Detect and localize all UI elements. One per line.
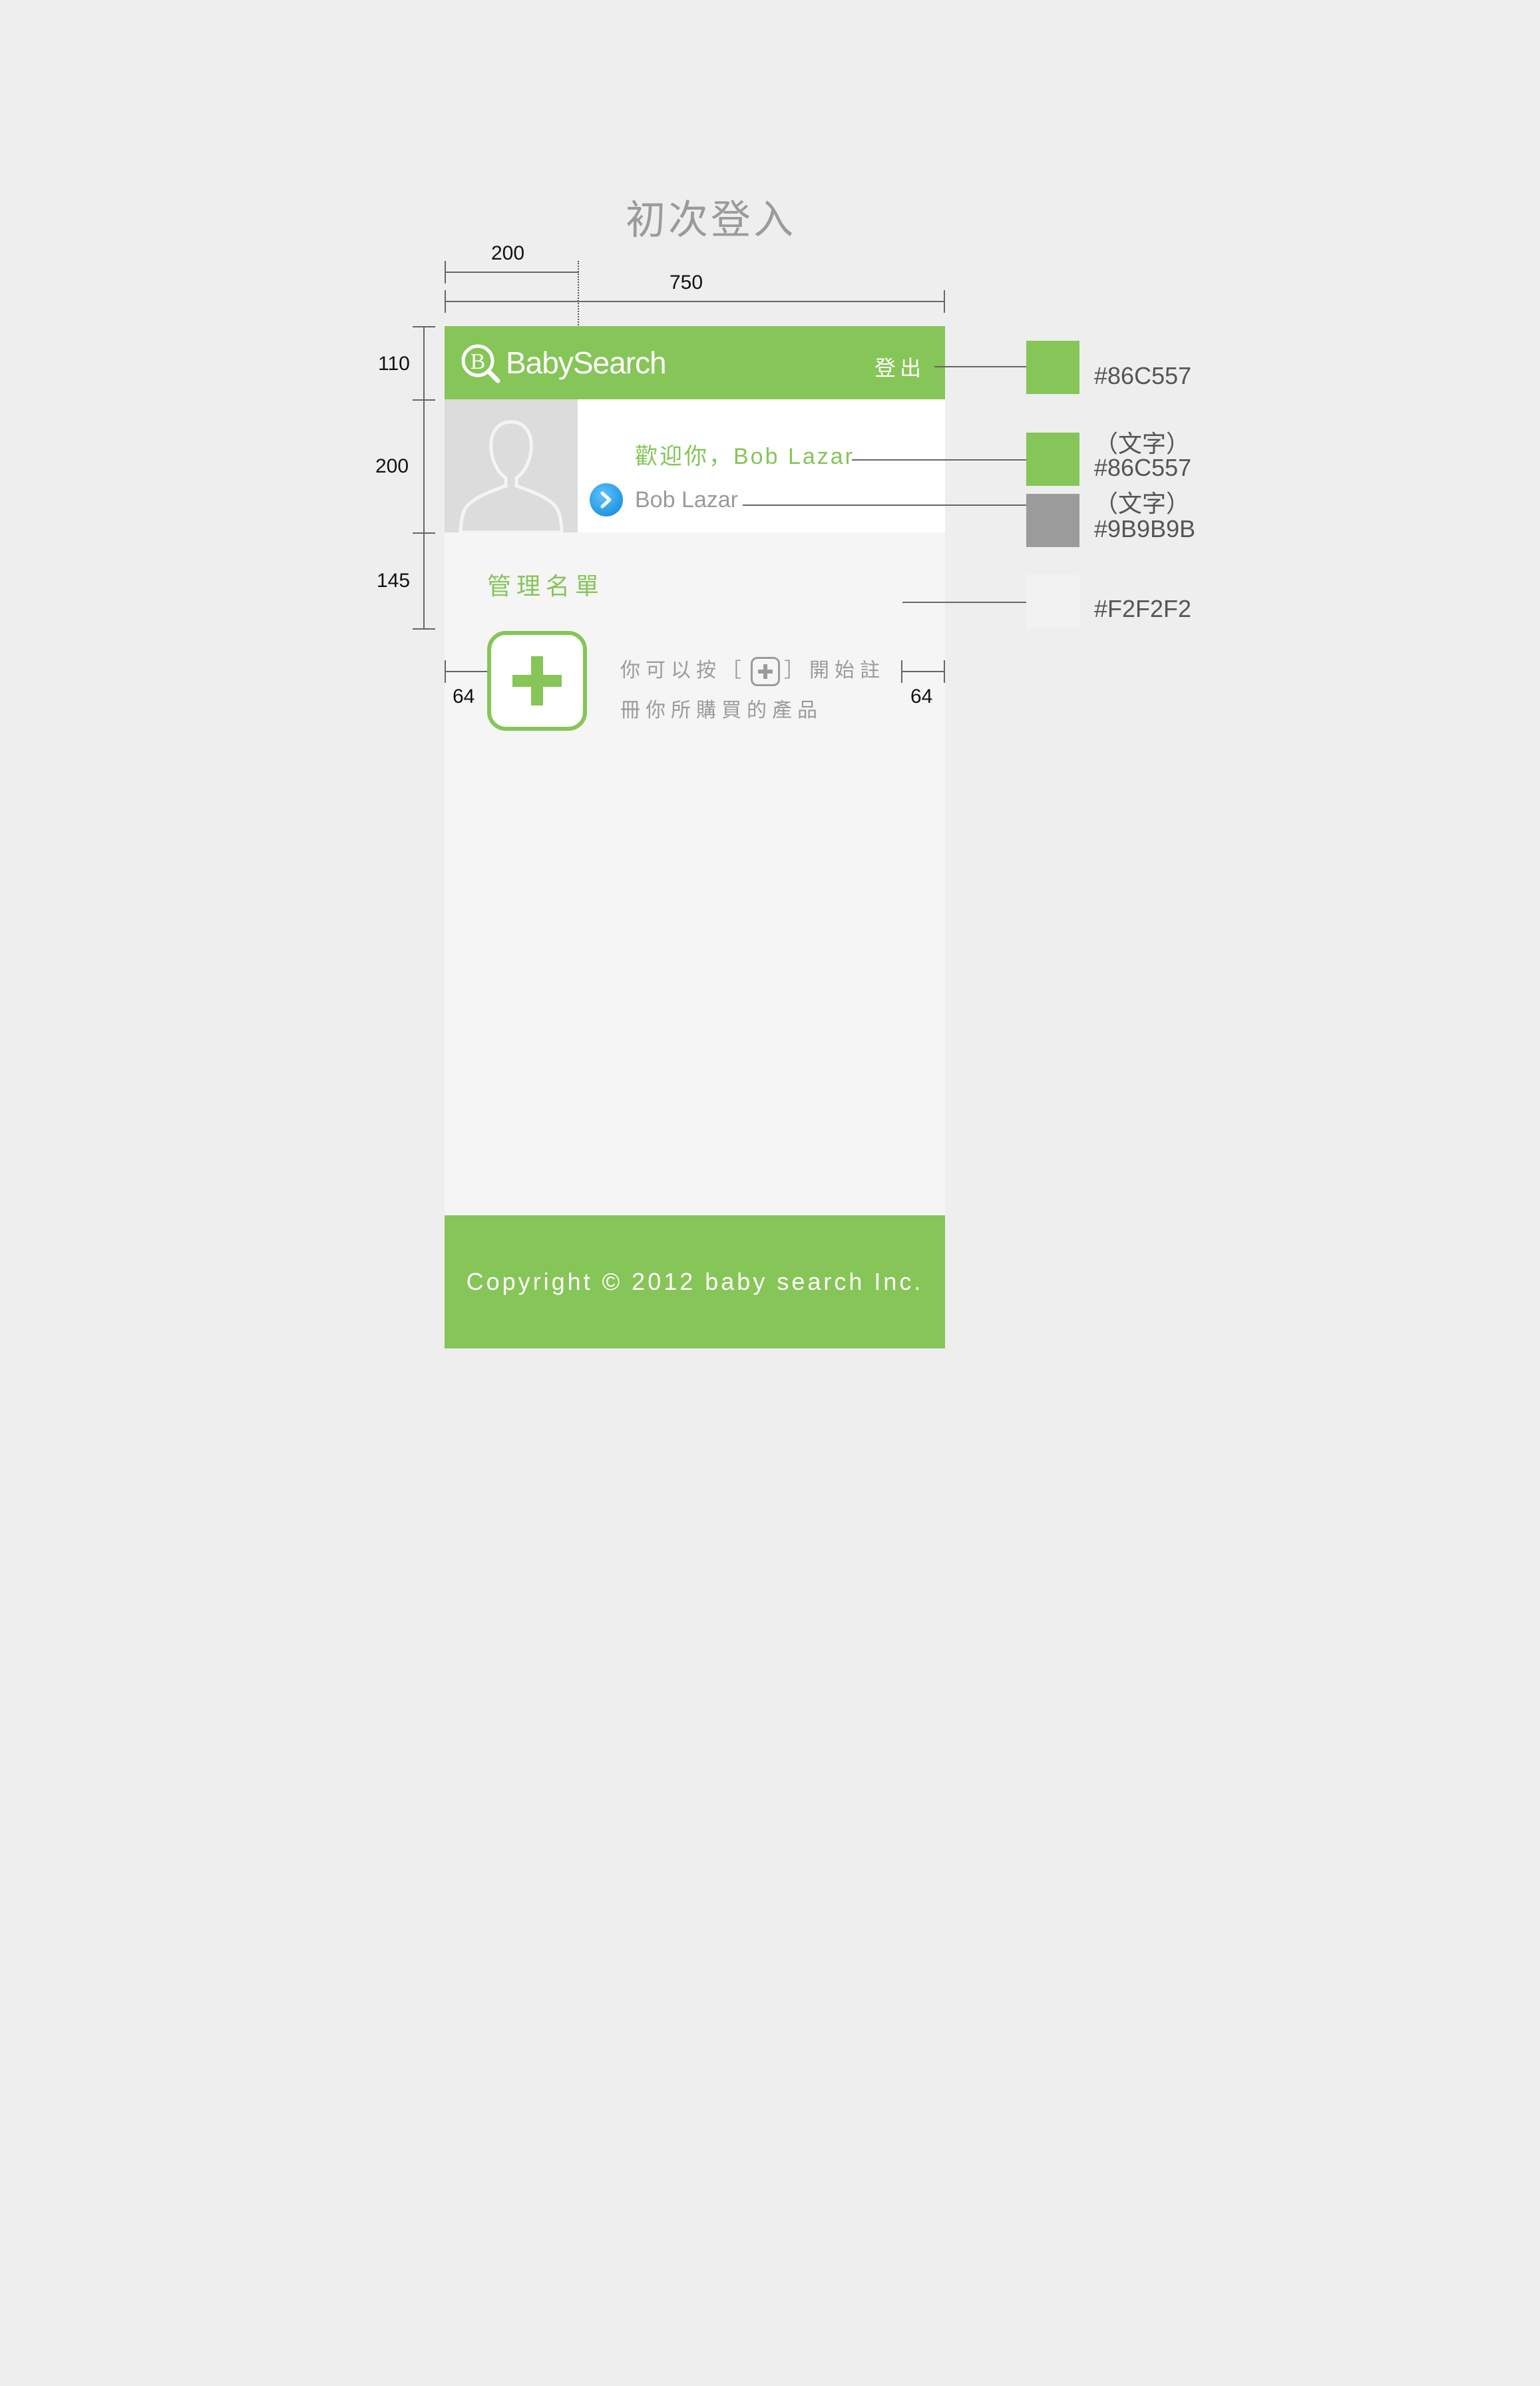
app-footer: Copyright © 2012 baby search Inc. — [445, 1215, 945, 1348]
manage-list-title: 管理名單 — [487, 572, 605, 600]
small-plus-icon — [751, 657, 780, 687]
leader-line — [902, 602, 1026, 603]
tick — [413, 399, 435, 401]
add-product-button[interactable] — [487, 631, 587, 731]
avatar — [445, 399, 578, 532]
avatar-width-label: 200 — [491, 242, 525, 264]
tick — [445, 290, 446, 313]
tick — [445, 660, 446, 683]
tick — [413, 628, 435, 630]
profile-section: 歡迎你，Bob Lazar Bob Lazar — [445, 399, 945, 532]
leader-line — [934, 366, 1026, 367]
chevron-right-icon — [590, 483, 623, 516]
plus-icon — [512, 656, 562, 705]
right-padding-line — [901, 671, 945, 672]
phone-screen: B BabySearch 登出 歡迎你，Bob Lazar Bob Lazar … — [445, 326, 945, 1348]
tick — [901, 660, 902, 683]
tick — [445, 261, 446, 284]
tick — [413, 326, 435, 327]
swatch-hex: #9B9B9B — [1094, 515, 1196, 542]
welcome-text: 歡迎你，Bob Lazar — [635, 444, 855, 469]
logo-text: BabySearch — [506, 345, 667, 380]
page-title: 初次登入 — [626, 198, 796, 242]
logout-button[interactable]: 登出 — [874, 351, 925, 382]
header-height-label: 110 — [378, 353, 410, 375]
profile-height-label: 200 — [375, 455, 409, 477]
add-hint-text: 你可以按［ ］開始註 冊你所購買的產品 — [620, 651, 885, 731]
swatch-hex: #F2F2F2 — [1094, 595, 1192, 622]
color-swatch — [1026, 433, 1079, 486]
app-header: B BabySearch 登出 — [445, 326, 945, 399]
left-padding-line — [445, 671, 487, 672]
right-padding-label: 64 — [910, 686, 933, 707]
logo-mark: B — [471, 349, 486, 374]
swatch-hex: #86C557 — [1094, 454, 1192, 481]
hint-line1-start: 你可以按［ — [620, 660, 747, 682]
username-label: Bob Lazar — [635, 487, 738, 512]
left-padding-label: 64 — [453, 686, 475, 707]
content-width-label: 750 — [670, 272, 703, 294]
logo-magnifier-icon: B — [461, 344, 500, 383]
tick — [944, 660, 945, 683]
swatch-note: （文字） — [1094, 490, 1191, 517]
swatch-hex: #86C557 — [1094, 362, 1192, 389]
leader-line — [852, 459, 1026, 461]
user-silhouette-icon — [459, 420, 564, 532]
hint-line1-end: ］開始註 — [784, 660, 885, 682]
tick — [944, 290, 945, 313]
tick — [413, 532, 435, 534]
content-width-line — [445, 301, 945, 302]
avatar-width-line — [445, 272, 579, 273]
app-logo[interactable]: B BabySearch — [459, 342, 667, 383]
username-link[interactable]: Bob Lazar — [590, 483, 738, 516]
manage-height-label: 145 — [377, 570, 411, 592]
copyright-text: Copyright © 2012 baby search Inc. — [466, 1268, 924, 1295]
leader-line — [743, 504, 1026, 506]
color-swatch — [1026, 341, 1079, 394]
height-dimension-line — [423, 326, 425, 628]
color-swatch — [1026, 494, 1079, 547]
hint-line2: 冊你所購買的產品 — [620, 699, 823, 721]
color-swatch — [1026, 575, 1079, 628]
